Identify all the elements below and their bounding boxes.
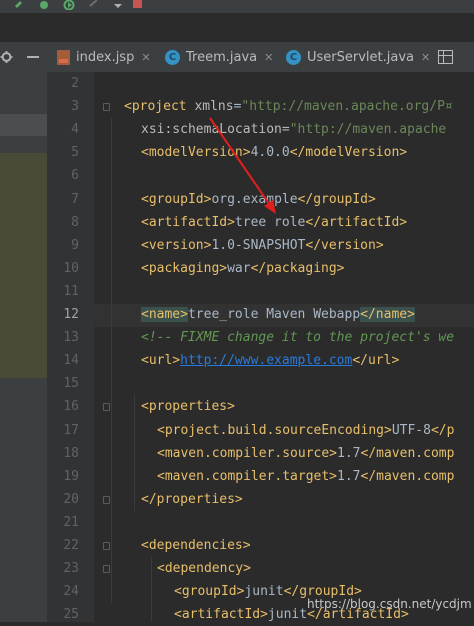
fold-marker-icon[interactable]: [103, 495, 110, 504]
fold-marker-icon[interactable]: [103, 103, 110, 112]
fold-marker-icon[interactable]: [103, 542, 110, 550]
fold-marker-icon[interactable]: [103, 565, 110, 574]
fold-marker-icon[interactable]: [103, 403, 110, 412]
red-annotation-arrow: [209, 117, 276, 214]
watermark: https://blog.csdn.net/ycdjm: [307, 597, 472, 611]
